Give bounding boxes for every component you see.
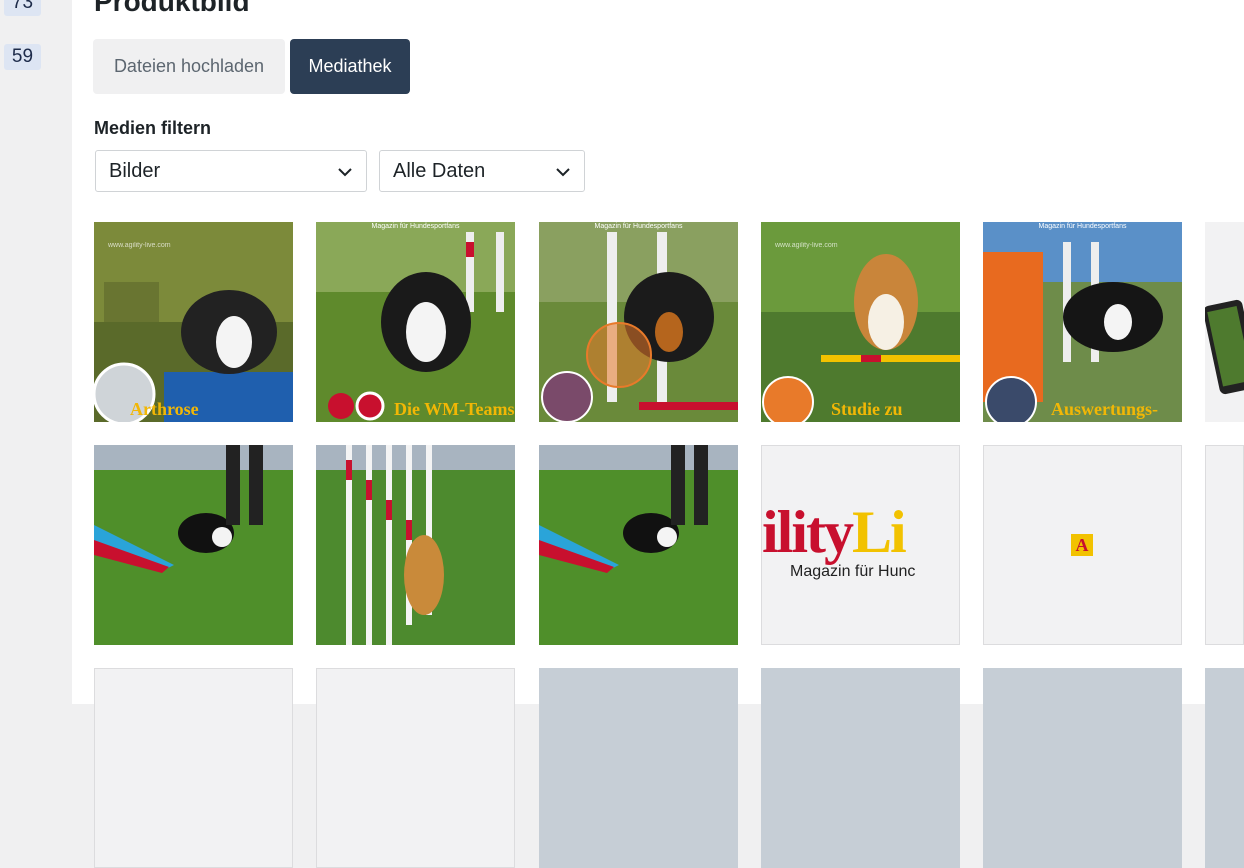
agility-photo [94,445,293,645]
magazine-tagline: Magazin für Hundesportfans [371,223,460,230]
media-thumbnail[interactable] [316,668,515,868]
media-thumbnail[interactable]: A [983,445,1182,645]
media-type-value: Bilder [109,159,161,182]
cover-image [761,222,960,422]
magazine-headline: Arthrose [130,399,199,419]
media-thumbnail[interactable] [1205,222,1244,422]
section-title: Produktbild [94,0,250,17]
media-panel: Produktbild Dateien hochladen Mediathek … [72,0,1244,868]
logo-text-red: ility [762,499,854,565]
tab-media-library[interactable]: Mediathek [290,39,410,94]
media-type-select[interactable]: Bilder [95,150,367,192]
magazine-url: www.agility-live.com [108,242,171,249]
cover-image [94,222,293,422]
chevron-down-icon [556,168,570,177]
media-thumbnail[interactable] [1205,668,1244,868]
logo-wordmark: ilityLi [762,498,907,567]
filter-label: Medien filtern [94,118,212,138]
count-badge: 73 [4,0,41,16]
media-thumbnail[interactable]: Magazin für Hundesportfans Auswertungs- [983,222,1182,422]
tablet-image [1205,222,1244,422]
magazine-tagline: Magazin für Hundesportfans [594,223,683,230]
logo-text-yellow: Li [852,499,907,565]
left-column: 73 59 [0,0,72,704]
media-thumbnail[interactable]: ilityLi Magazin für Hunc [761,445,960,645]
magazine-headline: Auswertungs- [1051,399,1159,419]
agility-photo [316,445,515,645]
media-date-value: Alle Daten [393,159,486,182]
count-badge: 59 [4,44,41,70]
media-thumbnail[interactable] [316,445,515,645]
magazine-url: www.agility-live.com [775,242,838,249]
media-thumbnail[interactable]: Magazin für Hundesportfans Die WM-Teams [316,222,515,422]
agility-photo [539,445,738,645]
media-thumbnail[interactable]: Magazin für Hundesportfans [539,222,738,422]
media-thumbnail[interactable] [94,668,293,868]
media-date-select[interactable]: Alle Daten [379,150,585,192]
tab-upload-files[interactable]: Dateien hochladen [93,39,285,94]
media-thumbnail[interactable] [1205,445,1244,645]
logo-subtitle: Magazin für Hunc [790,563,916,580]
cover-image [539,222,738,422]
media-thumbnail[interactable]: www.agility-live.com Arthrose [94,222,293,422]
cover-image [316,222,515,422]
magazine-headline: Die WM-Teams [394,399,515,419]
media-thumbnail[interactable]: www.agility-live.com Studie zu [761,222,960,422]
media-thumbnail[interactable] [94,445,293,645]
cover-image [983,222,1182,422]
media-thumbnail[interactable] [983,668,1182,868]
chevron-down-icon [338,168,352,177]
magazine-tagline: Magazin für Hundesportfans [1038,223,1127,230]
media-thumbnail[interactable] [539,445,738,645]
media-thumbnail[interactable] [539,668,738,868]
magazine-headline: Studie zu [831,399,903,419]
logo-letter: A [1071,534,1093,556]
media-thumbnail[interactable] [761,668,960,868]
